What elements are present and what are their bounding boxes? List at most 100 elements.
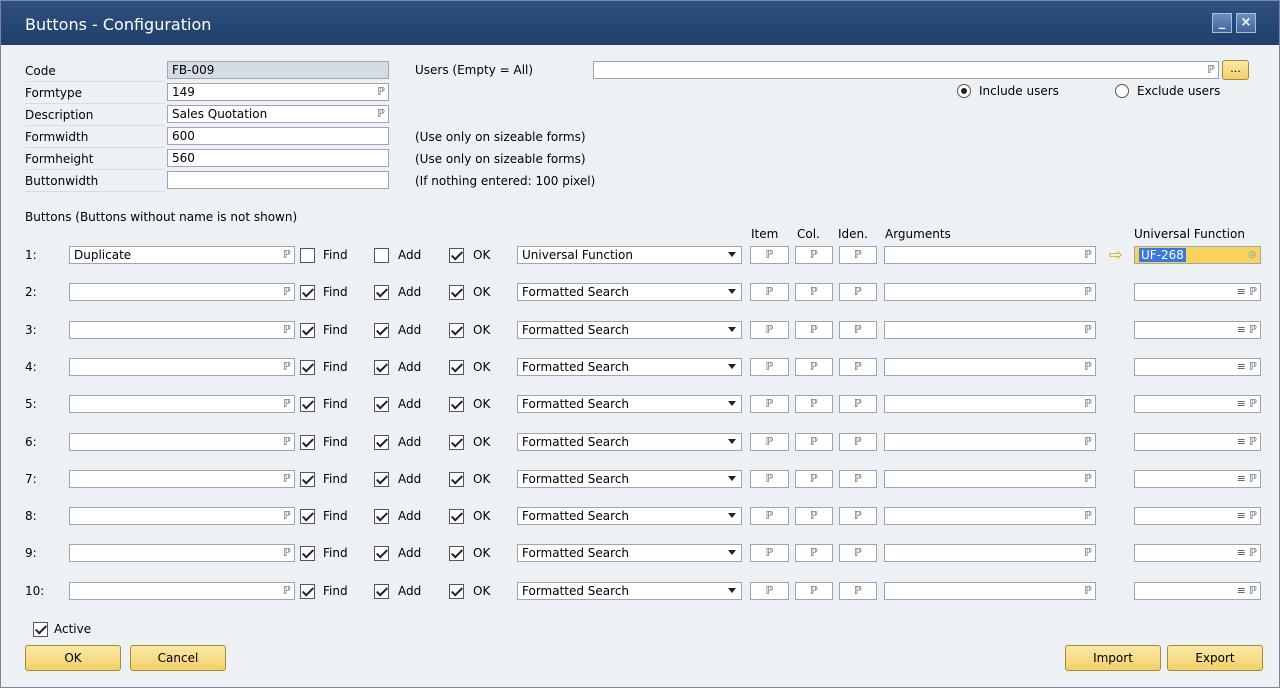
col-field[interactable]: ℙ — [795, 507, 833, 526]
add-checkbox[interactable] — [374, 509, 389, 525]
ok-checkbox[interactable] — [449, 583, 464, 599]
ok-checkbox[interactable] — [449, 471, 464, 487]
arguments-field[interactable]: ℙ — [884, 469, 1096, 488]
arguments-field[interactable]: ℙ — [884, 357, 1096, 376]
ok-checkbox[interactable] — [449, 359, 464, 375]
formwidth-field[interactable]: 600 — [167, 127, 389, 145]
item-field[interactable]: ℙ — [750, 544, 789, 563]
function-type-select[interactable]: Formatted Search — [517, 395, 742, 414]
include-users-radio[interactable] — [957, 84, 971, 98]
users-field[interactable]: ℙ — [593, 61, 1219, 79]
button-name-field[interactable]: ℙ — [69, 507, 295, 526]
iden-field[interactable]: ℙ — [839, 320, 877, 339]
add-checkbox[interactable] — [374, 285, 389, 301]
item-field[interactable]: ℙ — [750, 357, 789, 376]
close-icon[interactable]: × — [1236, 13, 1256, 33]
find-checkbox[interactable] — [300, 248, 315, 263]
ok-checkbox[interactable] — [449, 509, 464, 525]
function-type-select[interactable]: Formatted Search — [517, 507, 742, 526]
find-checkbox[interactable] — [300, 285, 315, 301]
button-name-field[interactable]: ℙ — [69, 395, 295, 414]
button-name-field[interactable]: ℙ — [69, 581, 295, 600]
find-checkbox[interactable] — [300, 322, 315, 338]
find-checkbox[interactable] — [300, 434, 315, 450]
col-field[interactable]: ℙ — [795, 581, 833, 600]
minimize-icon[interactable]: _ — [1212, 13, 1232, 33]
universal-function-field[interactable]: ≡ ℙ — [1134, 469, 1261, 488]
universal-function-field[interactable]: ≡ ℙ — [1134, 581, 1261, 600]
description-field[interactable]: Sales Quotation ℙ — [167, 105, 389, 123]
col-field[interactable]: ℙ — [795, 544, 833, 563]
import-button[interactable]: Import — [1065, 645, 1161, 671]
item-field[interactable]: ℙ — [750, 432, 789, 451]
iden-field[interactable]: ℙ — [839, 507, 877, 526]
arguments-field[interactable]: ℙ — [884, 395, 1096, 414]
col-field[interactable]: ℙ — [795, 357, 833, 376]
find-checkbox[interactable] — [300, 471, 315, 487]
ok-checkbox[interactable] — [449, 546, 464, 562]
find-checkbox[interactable] — [300, 546, 315, 562]
arguments-field[interactable]: ℙ — [884, 507, 1096, 526]
add-checkbox[interactable] — [374, 434, 389, 450]
formtype-field[interactable]: 149 ℙ — [167, 83, 389, 101]
iden-field[interactable]: ℙ — [839, 357, 877, 376]
ok-checkbox[interactable] — [449, 434, 464, 450]
function-type-select[interactable]: Universal Function — [517, 246, 742, 264]
add-checkbox[interactable] — [374, 583, 389, 599]
col-field[interactable]: ℙ — [795, 246, 833, 264]
buttonwidth-field[interactable] — [167, 171, 389, 189]
iden-field[interactable]: ℙ — [839, 432, 877, 451]
button-name-field[interactable]: ℙ — [69, 432, 295, 451]
item-field[interactable]: ℙ — [750, 581, 789, 600]
arguments-field[interactable]: ℙ — [884, 320, 1096, 339]
universal-function-field[interactable]: ≡ ℙ — [1134, 395, 1261, 414]
arguments-field[interactable]: ℙ — [884, 283, 1096, 302]
item-field[interactable]: ℙ — [750, 320, 789, 339]
item-field[interactable]: ℙ — [750, 507, 789, 526]
iden-field[interactable]: ℙ — [839, 581, 877, 600]
find-checkbox[interactable] — [300, 509, 315, 525]
universal-function-field[interactable]: ≡ ℙ — [1134, 283, 1261, 302]
function-type-select[interactable]: Formatted Search — [517, 320, 742, 339]
function-type-select[interactable]: Formatted Search — [517, 469, 742, 488]
iden-field[interactable]: ℙ — [839, 395, 877, 414]
item-field[interactable]: ℙ — [750, 395, 789, 414]
find-checkbox[interactable] — [300, 397, 315, 413]
find-checkbox[interactable] — [300, 583, 315, 599]
arrow-right-icon[interactable]: ⇨ — [1109, 246, 1122, 264]
function-type-select[interactable]: Formatted Search — [517, 581, 742, 600]
iden-field[interactable]: ℙ — [839, 469, 877, 488]
button-name-field[interactable]: ℙ — [69, 469, 295, 488]
universal-function-field[interactable]: UF-268 ⊜ — [1134, 246, 1261, 264]
item-field[interactable]: ℙ — [750, 283, 789, 302]
ok-checkbox[interactable] — [449, 248, 464, 263]
users-browse-button[interactable]: ... — [1222, 60, 1249, 80]
item-field[interactable]: ℙ — [750, 246, 789, 264]
active-checkbox[interactable] — [33, 622, 48, 637]
find-checkbox[interactable] — [300, 359, 315, 375]
add-checkbox[interactable] — [374, 397, 389, 413]
universal-function-field[interactable]: ≡ ℙ — [1134, 357, 1261, 376]
col-field[interactable]: ℙ — [795, 283, 833, 302]
add-checkbox[interactable] — [374, 322, 389, 338]
arguments-field[interactable]: ℙ — [884, 544, 1096, 563]
universal-function-field[interactable]: ≡ ℙ — [1134, 544, 1261, 563]
exclude-users-radio[interactable] — [1115, 84, 1129, 98]
function-type-select[interactable]: Formatted Search — [517, 357, 742, 376]
iden-field[interactable]: ℙ — [839, 246, 877, 264]
col-field[interactable]: ℙ — [795, 432, 833, 451]
universal-function-field[interactable]: ≡ ℙ — [1134, 507, 1261, 526]
iden-field[interactable]: ℙ — [839, 544, 877, 563]
export-button[interactable]: Export — [1167, 645, 1263, 671]
include-users-label[interactable]: Include users — [979, 82, 1059, 100]
ok-button[interactable]: OK — [25, 645, 121, 671]
cancel-button[interactable]: Cancel — [130, 645, 226, 671]
formheight-field[interactable]: 560 — [167, 149, 389, 167]
function-type-select[interactable]: Formatted Search — [517, 432, 742, 451]
col-field[interactable]: ℙ — [795, 320, 833, 339]
button-name-field[interactable]: ℙ — [69, 357, 295, 376]
ok-checkbox[interactable] — [449, 285, 464, 301]
iden-field[interactable]: ℙ — [839, 283, 877, 302]
arguments-field[interactable]: ℙ — [884, 581, 1096, 600]
ok-checkbox[interactable] — [449, 322, 464, 338]
